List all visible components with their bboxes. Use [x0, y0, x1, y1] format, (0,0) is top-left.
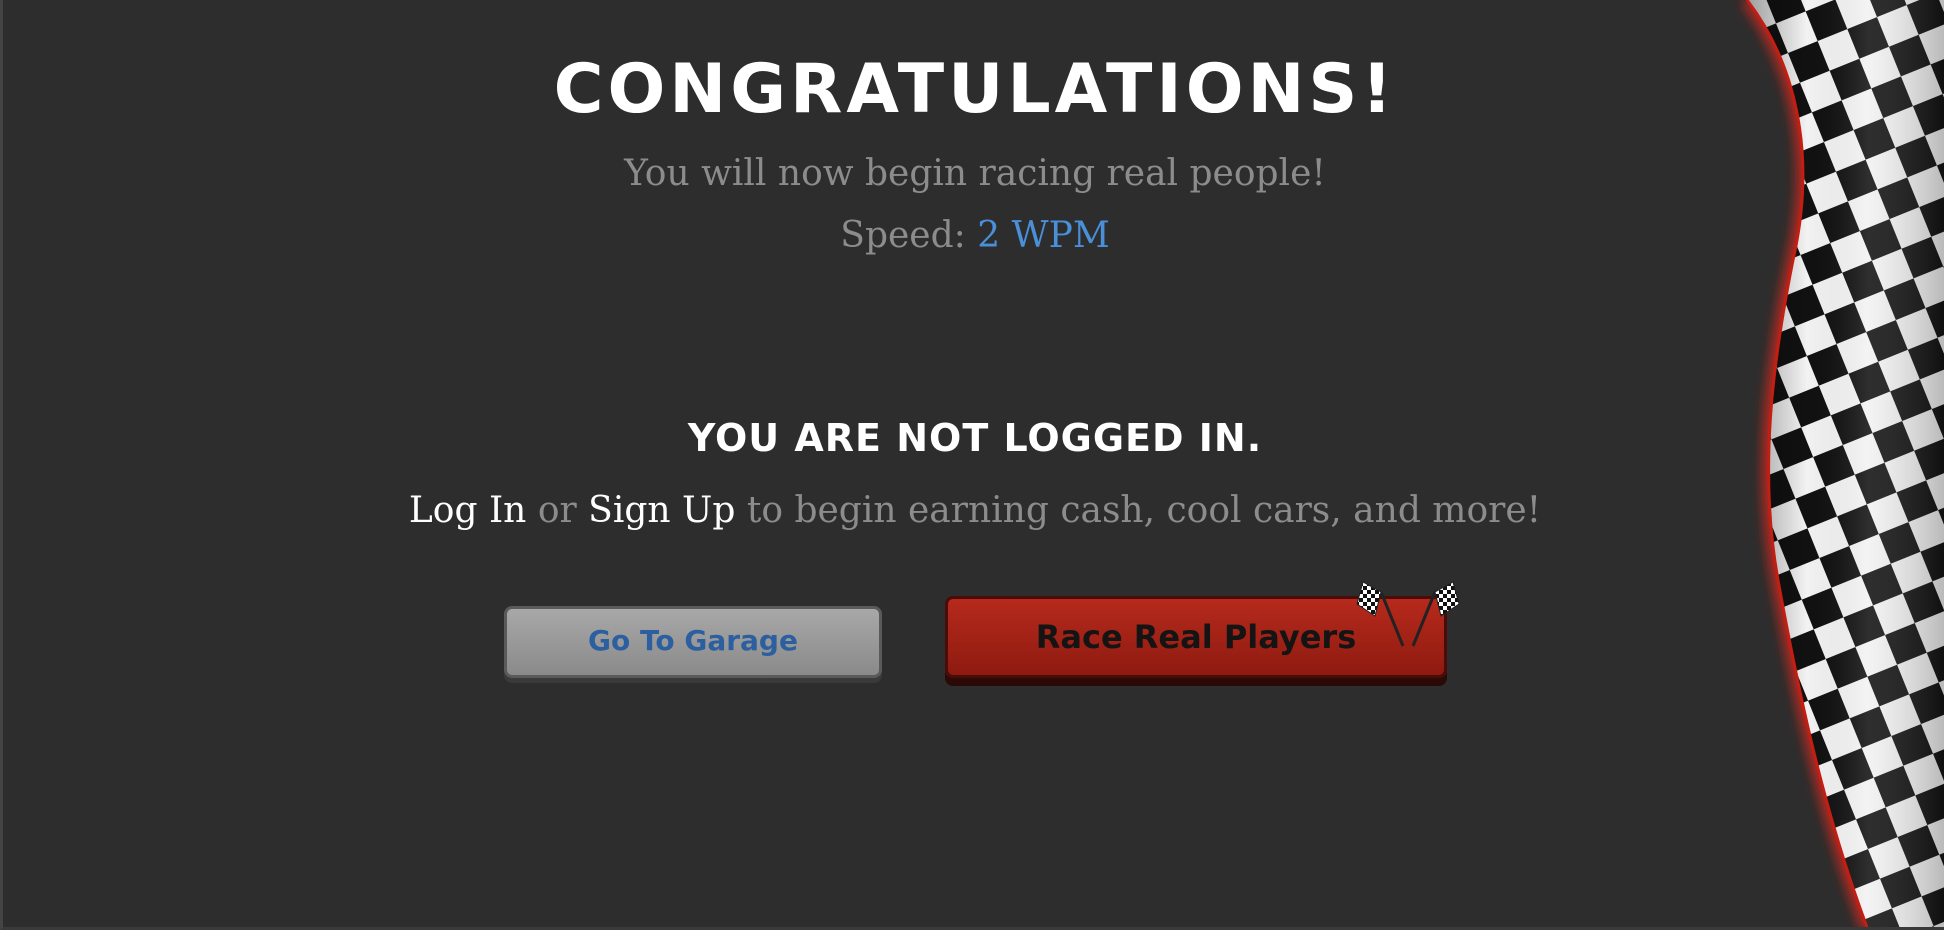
- garage-button-label: Go To Garage: [588, 624, 798, 657]
- page-title: CONGRATULATIONS!: [553, 50, 1397, 129]
- not-logged-in-heading: YOU ARE NOT LOGGED IN.: [687, 416, 1263, 460]
- speed-value: 2 WPM: [977, 215, 1110, 256]
- speed-label: Speed:: [840, 215, 966, 256]
- login-invite: Log In or Sign Up to begin earning cash,…: [3, 490, 1944, 531]
- checkered-flag-icon: [1743, 0, 1944, 927]
- invite-text: to begin earning cash, cool cars, and mo…: [746, 490, 1542, 531]
- crossed-flags-icon: [1356, 581, 1460, 647]
- or-text: or: [537, 490, 577, 531]
- login-link[interactable]: Log In: [409, 490, 526, 531]
- go-to-garage-button[interactable]: Go To Garage: [504, 606, 882, 678]
- speed-readout: Speed: 2 WPM: [3, 215, 1944, 256]
- subtitle: You will now begin racing real people!: [624, 153, 1326, 194]
- modal: CONGRATULATIONS! You will now begin raci…: [0, 0, 1944, 930]
- signup-link[interactable]: Sign Up: [588, 490, 735, 531]
- race-button-label: Race Real Players: [1035, 618, 1357, 656]
